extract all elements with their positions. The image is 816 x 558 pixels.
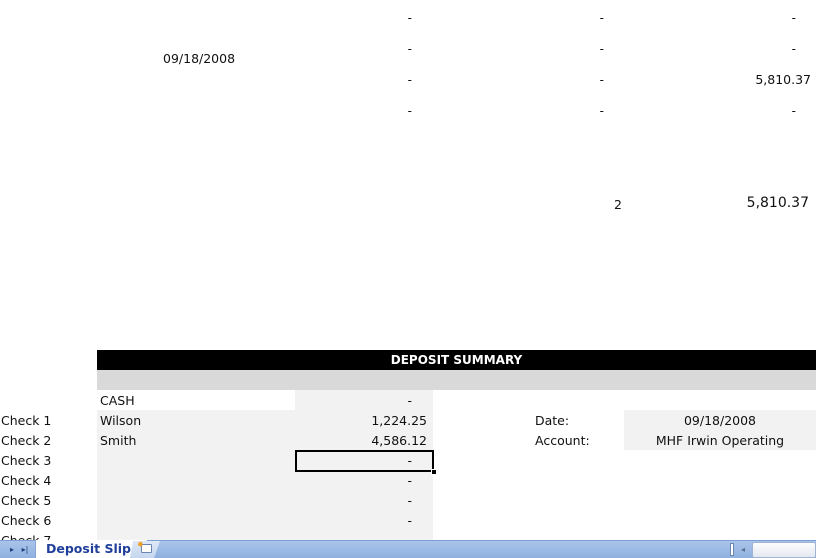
active-cell-selection[interactable] <box>295 450 437 475</box>
cell-r3-c2[interactable]: - <box>564 73 604 87</box>
date-label: Date: <box>535 413 570 428</box>
cell-r1-c2[interactable]: - <box>564 11 604 25</box>
cell-r2-c1[interactable]: - <box>372 42 412 56</box>
check-amount[interactable]: 1,224.25 <box>300 411 427 431</box>
sheet-tab-deposit-slip[interactable]: Deposit Slip <box>35 540 147 558</box>
check-label: Check 1 <box>1 413 52 428</box>
cell-r4-c3[interactable]: - <box>756 104 796 118</box>
tab-split-handle[interactable] <box>730 543 734 556</box>
check-count-cell[interactable]: 2 <box>614 197 622 212</box>
insert-worksheet-button[interactable]: ✸ <box>130 541 160 558</box>
check-label: Check 3 <box>1 453 52 468</box>
check-amount[interactable]: - <box>300 491 412 511</box>
cell-r4-c2[interactable]: - <box>564 104 604 118</box>
check-label: Check 5 <box>1 493 52 508</box>
cell-r1-c1[interactable]: - <box>372 11 412 25</box>
cell-r2-c2[interactable]: - <box>564 42 604 56</box>
deposit-summary-header: DEPOSIT SUMMARY <box>97 350 816 370</box>
check-label: Check 6 <box>1 513 52 528</box>
cash-label: CASH <box>100 393 135 408</box>
cash-value[interactable]: - <box>300 391 412 411</box>
fill-handle[interactable] <box>431 469 437 475</box>
summary-subheader-band <box>97 370 816 390</box>
next-sheet-icon[interactable]: ▸ <box>6 543 18 556</box>
sheet-tab-bar: ▸ ▸| Deposit Slip ✸ ◂ <box>0 540 816 558</box>
top-date-cell[interactable]: 09/18/2008 <box>163 51 235 66</box>
sparkle-icon: ✸ <box>137 540 144 549</box>
check-label: Check 2 <box>1 433 52 448</box>
check-amount[interactable]: - <box>300 471 412 491</box>
cell-r1-c3[interactable]: - <box>756 11 796 25</box>
check-payer[interactable]: Wilson <box>100 411 141 431</box>
account-label: Account: <box>535 433 590 448</box>
grand-total-cell[interactable]: 5,810.37 <box>700 195 809 211</box>
account-value[interactable]: MHF Irwin Operating <box>624 431 816 451</box>
check-amount[interactable]: 4,586.12 <box>300 431 427 451</box>
check-amount[interactable]: - <box>300 511 412 531</box>
date-value[interactable]: 09/18/2008 <box>624 411 816 431</box>
cell-r3-c3[interactable]: 5,810.37 <box>700 73 811 87</box>
check-label: Check 4 <box>1 473 52 488</box>
cell-r2-c3[interactable]: - <box>756 42 796 56</box>
scroll-left-icon[interactable]: ◂ <box>736 543 750 556</box>
last-sheet-icon[interactable]: ▸| <box>19 543 31 556</box>
cell-r4-c1[interactable]: - <box>372 104 412 118</box>
check-payer[interactable]: Smith <box>100 431 136 451</box>
cell-r3-c1[interactable]: - <box>372 73 412 87</box>
horizontal-scrollbar[interactable] <box>752 542 816 558</box>
